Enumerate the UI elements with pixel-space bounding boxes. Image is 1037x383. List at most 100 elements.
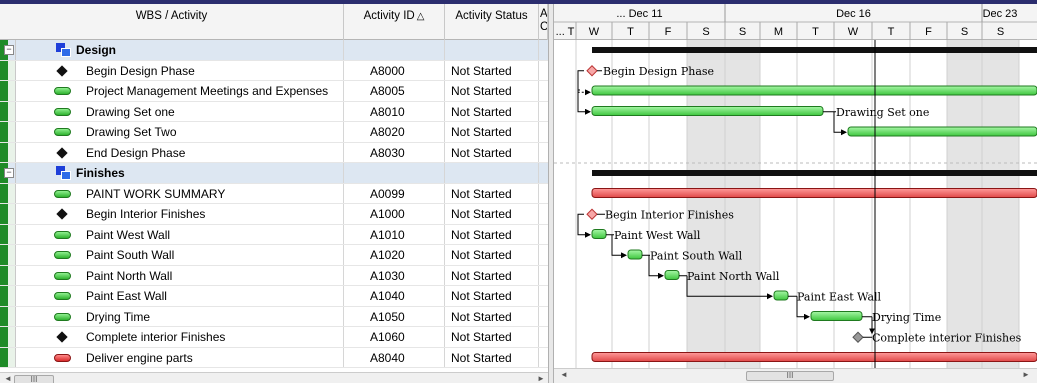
row-selector[interactable]: [8, 122, 16, 142]
wbs-activity-cell[interactable]: Finishes: [16, 163, 344, 183]
activity-id-cell[interactable]: A8040: [344, 347, 445, 367]
table-row[interactable]: Paint East Wall A1040 Not Started: [0, 286, 548, 307]
activity-id-cell[interactable]: A1050: [344, 306, 445, 326]
row-selector[interactable]: [8, 306, 16, 326]
wbs-activity-cell[interactable]: Drying Time: [16, 306, 344, 326]
wbs-activity-cell[interactable]: Drawing Set one: [16, 101, 344, 121]
drawing-set-one-bar[interactable]: [591, 106, 824, 116]
table-row[interactable]: Paint South Wall A1020 Not Started: [0, 245, 548, 266]
activity-status-cell[interactable]: Not Started: [445, 327, 539, 347]
activity-complete-cell[interactable]: [539, 286, 548, 306]
activity-complete-cell[interactable]: [539, 61, 548, 81]
row-selector[interactable]: [8, 245, 16, 265]
row-selector[interactable]: [8, 183, 16, 203]
activity-id-cell[interactable]: A1020: [344, 245, 445, 265]
activity-status-cell[interactable]: Not Started: [445, 101, 539, 121]
deliver-parts-bar[interactable]: [591, 352, 1037, 362]
row-selector[interactable]: [8, 81, 16, 101]
pm-meetings-bar[interactable]: [591, 85, 1037, 96]
activity-id-cell[interactable]: A1060: [344, 327, 445, 347]
table-row[interactable]: End Design Phase A8030 Not Started: [0, 142, 548, 163]
activity-complete-cell[interactable]: [539, 225, 548, 245]
row-selector[interactable]: [8, 142, 16, 162]
activity-status-cell[interactable]: [445, 40, 539, 60]
wbs-summary-bar[interactable]: [592, 170, 1037, 176]
row-selector[interactable]: [8, 224, 16, 244]
table-row[interactable]: Begin Interior Finishes A1000 Not Started: [0, 204, 548, 225]
table-row[interactable]: Drawing Set Two A8020 Not Started: [0, 122, 548, 143]
drying-time-bar[interactable]: [810, 311, 863, 321]
activity-id-cell[interactable]: [344, 40, 445, 60]
activity-complete-cell[interactable]: [539, 81, 548, 101]
activity-status-cell[interactable]: Not Started: [445, 81, 539, 101]
table-row[interactable]: Drying Time A1050 Not Started: [0, 306, 548, 327]
table-row[interactable]: Drawing Set one A8010 Not Started: [0, 101, 548, 122]
column-header-status[interactable]: Activity Status: [445, 4, 539, 40]
gantt-horizontal-scrollbar[interactable]: ◄ III ►: [554, 368, 1037, 383]
scroll-left-arrow-icon[interactable]: ◄: [4, 374, 12, 383]
row-selector[interactable]: [8, 60, 16, 80]
activity-status-cell[interactable]: Not Started: [445, 306, 539, 326]
activity-complete-cell[interactable]: [539, 184, 548, 204]
table-row[interactable]: Complete interior Finishes A1060 Not Start…: [0, 327, 548, 348]
activity-status-cell[interactable]: Not Started: [445, 122, 539, 142]
activity-status-cell[interactable]: Not Started: [445, 60, 539, 80]
south-wall-bar[interactable]: [627, 249, 643, 260]
row-selector[interactable]: [8, 286, 16, 306]
wbs-row[interactable]: − Finishes: [0, 163, 548, 184]
activity-complete-cell[interactable]: [539, 102, 548, 122]
activity-status-cell[interactable]: Not Started: [445, 347, 539, 367]
drawing-set-two-bar[interactable]: [847, 126, 1037, 137]
collapse-icon[interactable]: −: [4, 45, 14, 55]
wbs-summary-bar[interactable]: [592, 47, 1037, 53]
activity-id-cell[interactable]: A8000: [344, 60, 445, 80]
scroll-thumb[interactable]: III: [14, 375, 54, 383]
table-row[interactable]: Project Management Meetings and Expenses…: [0, 81, 548, 102]
collapse-icon[interactable]: −: [4, 168, 14, 178]
activity-status-cell[interactable]: Not Started: [445, 142, 539, 162]
activity-complete-cell[interactable]: [539, 307, 548, 327]
activity-complete-cell[interactable]: [539, 143, 548, 163]
wbs-activity-cell[interactable]: Complete interior Finishes: [16, 327, 344, 347]
gantt-scroll-thumb[interactable]: III: [746, 371, 834, 381]
wbs-activity-cell[interactable]: Paint West Wall: [16, 224, 344, 244]
table-horizontal-scrollbar[interactable]: ◄ III ►: [0, 372, 548, 383]
activity-complete-cell[interactable]: [539, 266, 548, 286]
row-selector[interactable]: [8, 204, 16, 224]
wbs-activity-cell[interactable]: Begin Interior Finishes: [16, 204, 344, 224]
north-wall-bar[interactable]: [664, 270, 680, 280]
activity-id-cell[interactable]: A8030: [344, 142, 445, 162]
activity-complete-cell[interactable]: [539, 204, 548, 224]
row-selector[interactable]: [8, 101, 16, 121]
wbs-activity-cell[interactable]: Paint South Wall: [16, 245, 344, 265]
activity-id-cell[interactable]: A1030: [344, 265, 445, 285]
gantt-scroll-right-arrow-icon[interactable]: ►: [1022, 370, 1030, 379]
wbs-activity-cell[interactable]: PAINT WORK SUMMARY: [16, 183, 344, 203]
scroll-right-arrow-icon[interactable]: ►: [537, 374, 545, 383]
activity-status-cell[interactable]: Not Started: [445, 265, 539, 285]
column-header-activity-complete[interactable]: Act Com: [539, 4, 548, 40]
activity-complete-cell[interactable]: [539, 163, 548, 183]
activity-complete-cell[interactable]: [539, 40, 548, 60]
activity-status-cell[interactable]: Not Started: [445, 224, 539, 244]
table-row[interactable]: PAINT WORK SUMMARY A0099 Not Started: [0, 183, 548, 204]
wbs-activity-cell[interactable]: Begin Design Phase: [16, 60, 344, 80]
activity-status-cell[interactable]: Not Started: [445, 183, 539, 203]
activity-id-cell[interactable]: [344, 163, 445, 183]
wbs-activity-cell[interactable]: Deliver engine parts: [16, 347, 344, 367]
activity-status-cell[interactable]: Not Started: [445, 286, 539, 306]
wbs-activity-cell[interactable]: Drawing Set Two: [16, 122, 344, 142]
east-wall-bar[interactable]: [773, 290, 789, 301]
activity-complete-cell[interactable]: [539, 348, 548, 368]
column-header-wbs[interactable]: WBS / Activity: [0, 4, 344, 40]
wbs-activity-cell[interactable]: Project Management Meetings and Expenses: [16, 81, 344, 101]
west-wall-bar[interactable]: [591, 229, 607, 239]
activity-id-cell[interactable]: A0099: [344, 183, 445, 203]
activity-id-cell[interactable]: A1040: [344, 286, 445, 306]
table-row[interactable]: Paint West Wall A1010 Not Started: [0, 224, 548, 245]
activity-complete-cell[interactable]: [539, 122, 548, 142]
table-row[interactable]: Paint North Wall A1030 Not Started: [0, 265, 548, 286]
activity-status-cell[interactable]: Not Started: [445, 245, 539, 265]
begin-design-milestone[interactable]: [586, 65, 598, 77]
row-selector[interactable]: [8, 265, 16, 285]
